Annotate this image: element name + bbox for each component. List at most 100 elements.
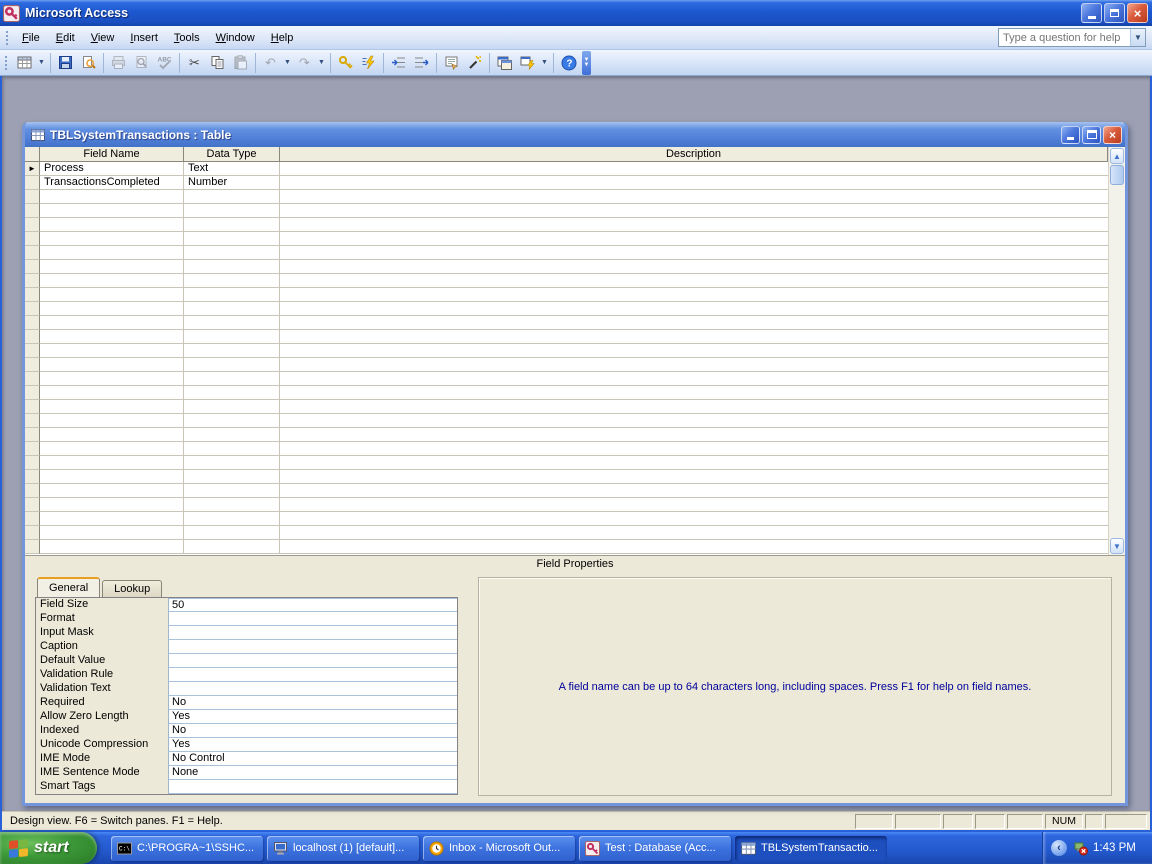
scroll-down-icon[interactable]: ▼ [1110,538,1124,554]
description-cell[interactable] [280,162,1108,176]
field-name-cell[interactable] [40,540,184,554]
data-type-cell[interactable] [184,218,280,232]
copy-button[interactable] [206,52,229,74]
print-preview-button[interactable] [130,52,153,74]
property-value-ime-sentence-mode[interactable]: None [168,766,457,780]
description-cell[interactable] [280,274,1108,288]
property-value-field-size[interactable]: 50 [168,598,457,612]
properties-button[interactable] [440,52,463,74]
field-name-cell[interactable] [40,330,184,344]
insert-rows-button[interactable] [387,52,410,74]
field-name-cell[interactable] [40,260,184,274]
description-cell[interactable] [280,484,1108,498]
row-selector[interactable] [25,190,40,204]
spelling-button[interactable]: ABC [153,52,176,74]
field-name-cell[interactable] [40,386,184,400]
data-type-cell[interactable] [184,442,280,456]
file-search-button[interactable] [77,52,100,74]
view-dropdown-icon[interactable]: ▼ [36,52,47,74]
description-cell[interactable] [280,400,1108,414]
row-selector[interactable]: ► [25,162,40,176]
row-selector[interactable] [25,512,40,526]
primary-key-button[interactable] [334,52,357,74]
data-type-cell[interactable] [184,344,280,358]
description-cell[interactable] [280,498,1108,512]
row-selector[interactable] [25,400,40,414]
scrollbar-track[interactable] [1109,185,1125,537]
row-selector[interactable] [25,358,40,372]
row-selector[interactable] [25,456,40,470]
data-type-cell[interactable] [184,316,280,330]
tab-lookup[interactable]: Lookup [102,580,162,597]
row-selector[interactable] [25,288,40,302]
new-object-button[interactable] [516,52,539,74]
property-value-indexed[interactable]: No [168,724,457,738]
data-type-cell[interactable] [184,470,280,484]
scrollbar-thumb[interactable] [1110,165,1124,185]
field-name-cell[interactable] [40,512,184,526]
row-selector[interactable] [25,316,40,330]
field-name-cell[interactable] [40,456,184,470]
field-name-cell[interactable] [40,190,184,204]
description-cell[interactable] [280,246,1108,260]
data-type-cell[interactable] [184,274,280,288]
row-selector[interactable] [25,218,40,232]
field-name-cell[interactable] [40,470,184,484]
row-selector[interactable] [25,246,40,260]
restore-button[interactable] [1104,3,1125,23]
data-type-cell[interactable] [184,246,280,260]
data-type-cell[interactable] [184,386,280,400]
column-header-data-type[interactable]: Data Type [184,147,280,162]
property-value-format[interactable] [168,612,457,626]
column-header-field-name[interactable]: Field Name [40,147,184,162]
data-type-cell[interactable] [184,414,280,428]
description-cell[interactable] [280,372,1108,386]
row-selector[interactable] [25,176,40,190]
data-type-cell[interactable] [184,288,280,302]
data-type-cell[interactable] [184,204,280,218]
row-selector[interactable] [25,302,40,316]
data-type-cell[interactable] [184,302,280,316]
property-value-default-value[interactable] [168,654,457,668]
data-type-cell[interactable] [184,526,280,540]
undo-button[interactable]: ↶ [259,52,282,74]
row-selector[interactable] [25,470,40,484]
data-type-cell[interactable] [184,232,280,246]
taskbar-button-command-prompt[interactable]: C:\C:\PROGRA~1\SSHC... [111,836,263,861]
field-name-cell[interactable] [40,428,184,442]
row-selector[interactable] [25,498,40,512]
data-type-cell[interactable] [184,428,280,442]
data-type-cell[interactable]: Number [184,176,280,190]
description-cell[interactable] [280,330,1108,344]
field-name-cell[interactable] [40,302,184,316]
taskbar-button-remote-desktop[interactable]: localhost (1) [default]... [267,836,419,861]
field-name-cell[interactable] [40,442,184,456]
field-name-cell[interactable] [40,358,184,372]
menubar-grip[interactable] [5,30,10,46]
field-name-cell[interactable] [40,288,184,302]
description-cell[interactable] [280,428,1108,442]
help-button[interactable]: ? [557,52,580,74]
question-input[interactable] [999,32,1130,44]
tray-chevron-icon[interactable]: ‹ [1051,840,1067,856]
description-cell[interactable] [280,358,1108,372]
data-type-cell[interactable]: Text [184,162,280,176]
column-header-description[interactable]: Description [280,147,1108,162]
description-cell[interactable] [280,190,1108,204]
document-minimize-button[interactable] [1061,126,1080,144]
taskbar-button-table[interactable]: TBLSystemTransactio... [735,836,887,861]
menu-help[interactable]: Help [263,29,302,47]
minimize-button[interactable] [1081,3,1102,23]
property-value-input-mask[interactable] [168,626,457,640]
row-selector[interactable] [25,260,40,274]
question-dropdown-icon[interactable]: ▼ [1130,29,1145,46]
description-cell[interactable] [280,526,1108,540]
row-selector[interactable] [25,330,40,344]
new-object-dropdown-icon[interactable]: ▼ [539,52,550,74]
start-button[interactable]: start [0,832,97,864]
data-type-cell[interactable] [184,456,280,470]
field-name-cell[interactable] [40,204,184,218]
field-name-cell[interactable]: TransactionsCompleted [40,176,184,190]
field-name-cell[interactable] [40,232,184,246]
row-selector[interactable] [25,372,40,386]
